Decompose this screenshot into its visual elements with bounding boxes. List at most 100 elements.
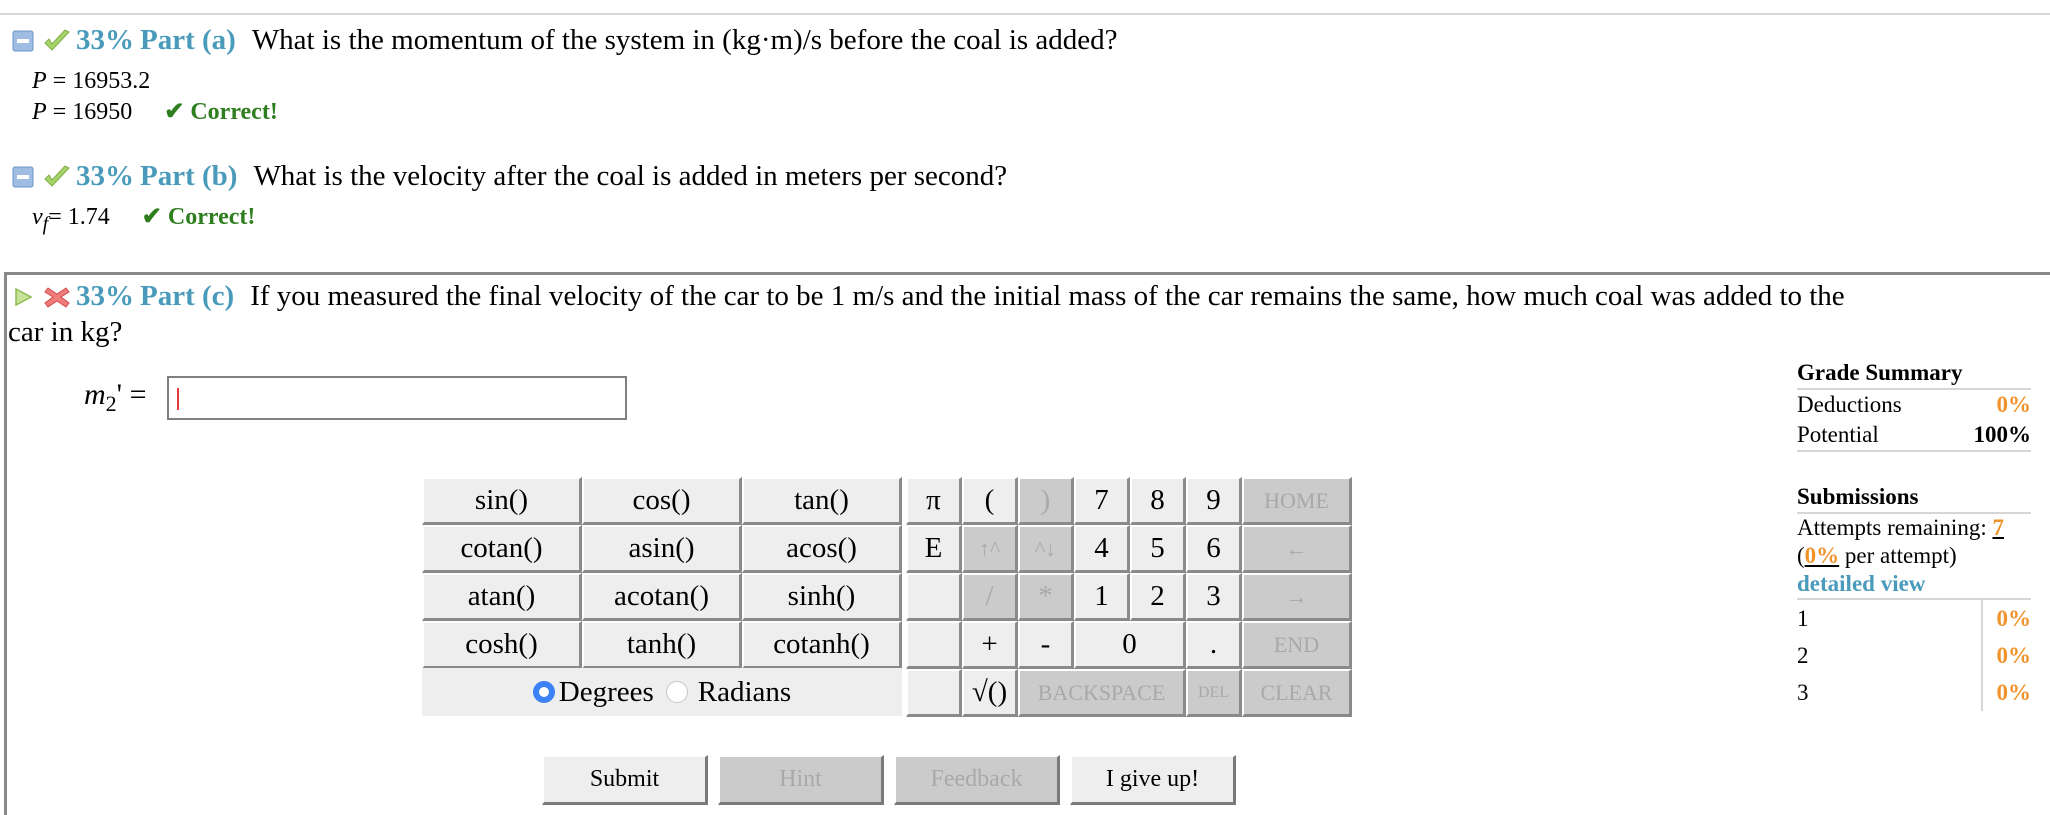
per-attempt-label: per attempt) bbox=[1839, 543, 1957, 568]
hint-button[interactable]: Hint bbox=[718, 755, 884, 805]
delete-key[interactable]: DEL bbox=[1186, 669, 1242, 717]
attempts-label: Attempts remaining: bbox=[1797, 515, 1993, 540]
answer-value: = 16953.2 bbox=[46, 68, 151, 94]
answer-variable: P bbox=[32, 68, 47, 94]
feedback-button[interactable]: Feedback bbox=[894, 755, 1060, 805]
clear-key[interactable]: CLEAR bbox=[1242, 669, 1352, 717]
deductions-row: Deductions 0% bbox=[1797, 390, 2031, 420]
grade-summary-title: Grade Summary bbox=[1797, 360, 2031, 390]
end-key[interactable]: END bbox=[1242, 621, 1352, 669]
sqrt-key[interactable]: √() bbox=[962, 669, 1018, 717]
collapse-icon[interactable] bbox=[12, 166, 34, 188]
degrees-radio[interactable] bbox=[532, 681, 555, 703]
submission-row: 2 0% bbox=[1797, 637, 2031, 674]
function-key-atan[interactable]: atan() bbox=[422, 573, 582, 621]
input-variable-label: m2' = bbox=[84, 378, 147, 417]
function-key-sin[interactable]: sin() bbox=[422, 477, 582, 525]
submissions-title: Submissions bbox=[1797, 484, 2031, 514]
expand-triangle-icon[interactable] bbox=[12, 286, 34, 308]
left-paren-key[interactable]: ( bbox=[962, 477, 1018, 525]
key-9[interactable]: 9 bbox=[1186, 477, 1242, 525]
superscript-down-key[interactable]: ^↓ bbox=[1018, 525, 1074, 573]
part-c-question-line2: car in kg? bbox=[8, 316, 123, 348]
key-4[interactable]: 4 bbox=[1074, 525, 1130, 573]
key-0[interactable]: 0 bbox=[1074, 621, 1186, 669]
red-x-icon bbox=[44, 286, 70, 308]
radians-radio[interactable] bbox=[665, 681, 688, 703]
divide-key[interactable]: / bbox=[962, 573, 1018, 621]
variable-m: m bbox=[84, 378, 106, 411]
blank-key bbox=[906, 669, 962, 717]
answer-variable: P bbox=[32, 99, 47, 125]
submission-score: 0% bbox=[1980, 674, 2031, 711]
right-paren-key[interactable]: ) bbox=[1018, 477, 1074, 525]
part-b-answer: vf= 1.74 ✔ Correct! bbox=[32, 202, 255, 236]
part-a-answer-1: P = 16953.2 bbox=[32, 68, 150, 95]
function-key-cotan[interactable]: cotan() bbox=[422, 525, 582, 573]
answer-variable: v bbox=[32, 204, 43, 230]
decimal-key[interactable]: . bbox=[1186, 621, 1242, 669]
superscript-up-key[interactable]: ↑^ bbox=[962, 525, 1018, 573]
paren-open: ( bbox=[1797, 543, 1805, 568]
function-key-acotan[interactable]: acotan() bbox=[582, 573, 742, 621]
blank-key bbox=[906, 621, 962, 669]
function-key-sinh[interactable]: sinh() bbox=[742, 573, 902, 621]
collapse-icon[interactable] bbox=[12, 30, 34, 52]
cursor-right-key[interactable]: → bbox=[1242, 573, 1352, 621]
part-a-question: What is the momentum of the system in (k… bbox=[251, 24, 1118, 56]
submission-number: 2 bbox=[1797, 642, 1809, 668]
part-a-label: Part (a) bbox=[140, 24, 236, 56]
e-key[interactable]: E bbox=[906, 525, 962, 573]
backspace-key[interactable]: BACKSPACE bbox=[1018, 669, 1186, 717]
key-7[interactable]: 7 bbox=[1074, 477, 1130, 525]
multiply-key[interactable]: * bbox=[1018, 573, 1074, 621]
key-3[interactable]: 3 bbox=[1186, 573, 1242, 621]
part-c-percent: 33% bbox=[76, 280, 134, 312]
submissions-panel: Submissions Attempts remaining: 7 (0% pe… bbox=[1797, 484, 2031, 711]
degrees-label[interactable]: Degrees bbox=[559, 676, 654, 709]
submission-row: 3 0% bbox=[1797, 674, 2031, 711]
function-key-cos[interactable]: cos() bbox=[582, 477, 742, 525]
attempts-info: Attempts remaining: 7 (0% per attempt) bbox=[1797, 514, 2031, 570]
variable-subscript: 2 bbox=[105, 391, 117, 416]
submit-button[interactable]: Submit bbox=[542, 755, 708, 805]
part-c-header: 33% Part (c) If you measured the final v… bbox=[12, 280, 1845, 313]
submission-row: 1 0% bbox=[1797, 600, 2031, 637]
part-b-percent: 33% bbox=[76, 160, 134, 192]
key-1[interactable]: 1 bbox=[1074, 573, 1130, 621]
submission-number: 1 bbox=[1797, 605, 1809, 631]
potential-value: 100% bbox=[1973, 422, 2032, 447]
key-2[interactable]: 2 bbox=[1130, 573, 1186, 621]
answer-input[interactable] bbox=[167, 376, 627, 420]
minus-key[interactable]: - bbox=[1018, 621, 1074, 669]
key-5[interactable]: 5 bbox=[1130, 525, 1186, 573]
function-key-cosh[interactable]: cosh() bbox=[422, 621, 582, 669]
deductions-label: Deductions bbox=[1797, 392, 1902, 417]
function-key-asin[interactable]: asin() bbox=[582, 525, 742, 573]
top-divider bbox=[0, 13, 2050, 15]
part-a-header: 33% Part (a) What is the momentum of the… bbox=[12, 24, 1118, 57]
potential-label: Potential bbox=[1797, 422, 1879, 447]
cursor-left-key[interactable]: ← bbox=[1242, 525, 1352, 573]
function-key-cotanh[interactable]: cotanh() bbox=[742, 621, 902, 669]
part-b-question: What is the velocity after the coal is a… bbox=[253, 160, 1008, 192]
home-key[interactable]: HOME bbox=[1242, 477, 1352, 525]
key-6[interactable]: 6 bbox=[1186, 525, 1242, 573]
key-8[interactable]: 8 bbox=[1130, 477, 1186, 525]
detailed-view-link[interactable]: detailed view bbox=[1797, 570, 2031, 600]
submission-score: 0% bbox=[1980, 600, 2031, 637]
correct-badge: ✔ Correct! bbox=[141, 204, 256, 230]
function-key-tanh[interactable]: tanh() bbox=[582, 621, 742, 669]
pi-key[interactable]: π bbox=[906, 477, 962, 525]
radians-label[interactable]: Radians bbox=[698, 676, 791, 709]
plus-key[interactable]: + bbox=[962, 621, 1018, 669]
attempts-remaining-value: 7 bbox=[1992, 515, 2004, 540]
function-key-tan[interactable]: tan() bbox=[742, 477, 902, 525]
give-up-button[interactable]: I give up! bbox=[1070, 755, 1236, 805]
part-a-answer-2: P = 16950 ✔ Correct! bbox=[32, 97, 278, 126]
function-key-acos[interactable]: acos() bbox=[742, 525, 902, 573]
equals-sign: = bbox=[122, 378, 147, 411]
potential-row: Potential 100% bbox=[1797, 420, 2031, 452]
part-b-label: Part (b) bbox=[140, 160, 238, 192]
green-check-icon bbox=[44, 28, 70, 51]
